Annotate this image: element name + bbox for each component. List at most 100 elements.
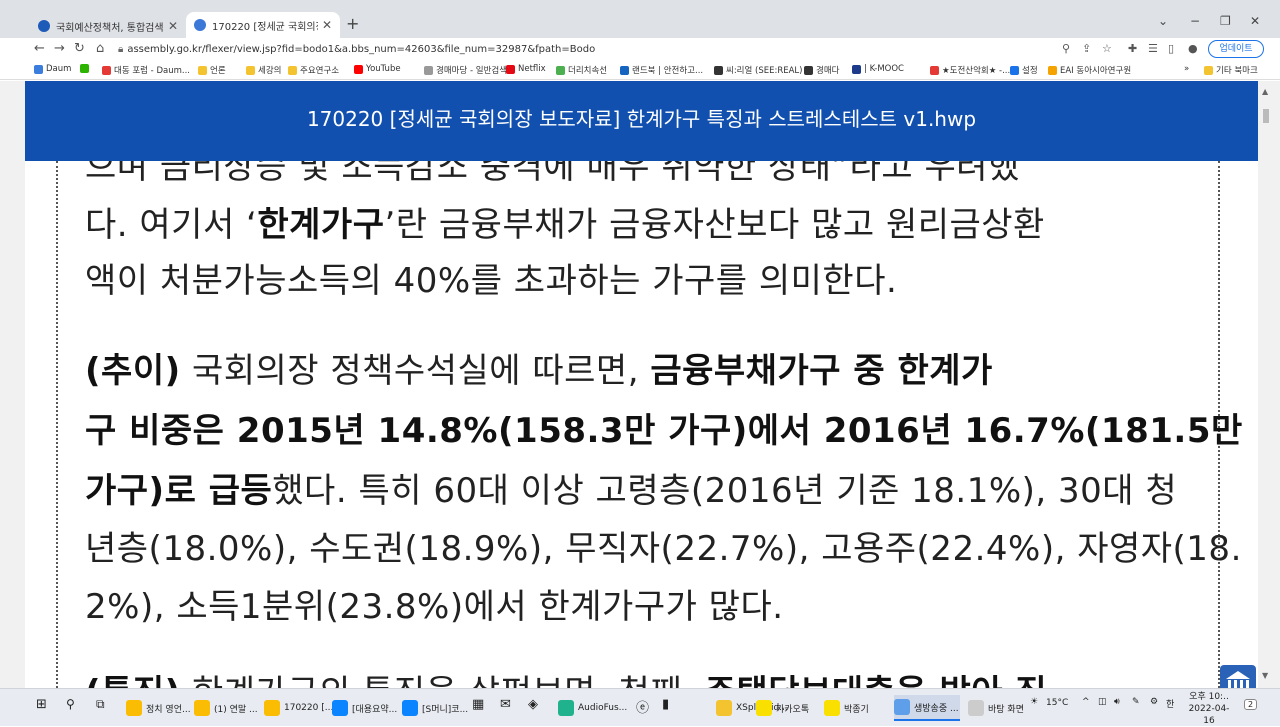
bookmark-item[interactable]: 경매마당 - 일반검색 bbox=[424, 64, 507, 76]
text-segment: 국회의장 정책수석실에 따르면, bbox=[180, 351, 651, 391]
extensions-icon[interactable]: ✚ bbox=[1128, 42, 1137, 55]
close-icon[interactable]: ✕ bbox=[168, 19, 178, 33]
taskbar-app[interactable]: 박종기 bbox=[824, 695, 888, 721]
taskbar-app[interactable]: [대용요약... bbox=[332, 695, 400, 721]
home-icon[interactable]: ⌂ bbox=[96, 41, 104, 56]
tab-title: 국회예산정책처, 통합검색 > 검 bbox=[56, 22, 164, 34]
taskbar-app-label: 생방송중 ... bbox=[914, 703, 959, 714]
store-icon[interactable]: ▦ bbox=[472, 697, 484, 712]
bookmark-icon bbox=[620, 65, 629, 75]
bookmark-item[interactable]: 언론 bbox=[198, 64, 226, 76]
bookmark-item[interactable]: 랜드북 | 안전하고... bbox=[620, 64, 703, 76]
taskbar-app[interactable]: 170220 [... bbox=[264, 695, 333, 721]
reading-list-icon[interactable]: ☰ bbox=[1148, 42, 1158, 55]
scroll-up-icon[interactable]: ▲ bbox=[1262, 87, 1268, 96]
bookmark-item[interactable]: 설정 bbox=[1010, 64, 1038, 76]
tab-search-dropdown-icon[interactable]: ⌄ bbox=[1158, 14, 1168, 28]
profile-avatar-icon[interactable]: ● bbox=[1188, 42, 1198, 55]
search-icon[interactable]: ⚲ bbox=[66, 697, 75, 711]
weather-temp[interactable]: 15°C bbox=[1046, 698, 1068, 708]
close-icon[interactable]: ✕ bbox=[322, 18, 332, 32]
bookmark-item[interactable]: 더리치속선 bbox=[556, 64, 607, 76]
bookmark-item[interactable]: 씨:리얼 (SEE:REAL) bbox=[714, 64, 803, 76]
document-line: 다. 여기서 ‘한계가구’란 금융부채가 금융자산보다 많고 원리금상환 bbox=[85, 197, 1045, 246]
tab-document[interactable]: 170220 [정세균 국회의장 보도자 ✕ bbox=[186, 12, 340, 38]
bookmarks-overflow-icon[interactable]: » bbox=[1184, 64, 1189, 74]
bookmark-item[interactable]: Daum bbox=[34, 64, 71, 74]
close-window-icon[interactable]: ✕ bbox=[1250, 14, 1260, 28]
taskbar-app-label: 카카오톡 bbox=[776, 704, 810, 715]
bookmark-item[interactable]: 주요연구소 bbox=[288, 64, 339, 76]
app-icon bbox=[194, 700, 210, 716]
scroll-down-icon[interactable]: ▼ bbox=[1262, 671, 1268, 680]
share-icon[interactable]: ⇪ bbox=[1082, 42, 1091, 55]
bookmark-item[interactable]: | K-MOOC bbox=[852, 64, 904, 74]
zoom-icon[interactable]: ⚲ bbox=[1062, 42, 1070, 55]
browser-toolbar: ← → ↻ ⌂ 🔒︎ assembly.go.kr/flexer/view.jsp… bbox=[0, 38, 1280, 62]
taskbar-app[interactable]: 정치 영언... bbox=[126, 695, 192, 721]
bold-text: 구 비중은 2015년 14.8%(158.3만 가구)에서 2016년 16.… bbox=[85, 411, 1243, 451]
bold-text: 한계가구 bbox=[257, 205, 385, 245]
app-icon bbox=[332, 700, 348, 716]
tray-overflow-icon[interactable]: ^ bbox=[1082, 697, 1090, 707]
browser-window: 국회예산정책처, 통합검색 > 검 ✕ 170220 [정세균 국회의장 보도자… bbox=[0, 0, 1280, 726]
minimize-icon[interactable]: − bbox=[1190, 14, 1200, 28]
bookmark-label: 더리치속선 bbox=[568, 66, 608, 76]
bookmark-label: YouTube bbox=[366, 64, 401, 74]
app-icon bbox=[716, 700, 732, 716]
bookmark-item[interactable]: 세강의 bbox=[246, 64, 281, 76]
office-icon[interactable]: ▮ bbox=[662, 697, 669, 712]
bookmark-label: 언론 bbox=[210, 66, 226, 76]
new-tab-button[interactable]: + bbox=[346, 14, 359, 33]
app-icon bbox=[264, 700, 280, 716]
task-view-icon[interactable]: ⧉ bbox=[96, 697, 105, 712]
scrollbar[interactable] bbox=[1258, 81, 1280, 688]
bookmark-item[interactable]: 경매다 bbox=[804, 64, 839, 76]
bookmark-item[interactable]: ★도전산악회★ -... bbox=[930, 64, 1010, 76]
tab-search[interactable]: 국회예산정책처, 통합검색 > 검 ✕ bbox=[30, 14, 186, 38]
pen-icon[interactable]: ✎ bbox=[1132, 697, 1140, 707]
side-panel-icon[interactable]: ▯ bbox=[1168, 42, 1174, 55]
taskbar-app[interactable]: 카카오톡 bbox=[756, 695, 820, 721]
notification-count[interactable]: 2 bbox=[1244, 699, 1258, 710]
weather-icon[interactable]: ☀ bbox=[1030, 697, 1038, 707]
bookmark-item[interactable]: Netflix bbox=[506, 64, 546, 74]
edge-legacy-icon[interactable]: ⓔ bbox=[636, 697, 649, 716]
bookmark-item[interactable]: EAI 동아시아연구원 bbox=[1048, 64, 1131, 76]
bookmark-icon bbox=[1048, 65, 1057, 75]
assembly-home-icon[interactable] bbox=[1220, 665, 1256, 688]
taskbar-app[interactable]: (1) 연말 ... bbox=[194, 695, 262, 721]
bookmark-label: 경매마당 - 일반검색 bbox=[436, 66, 508, 76]
document-line: 년층(18.0%), 수도권(18.9%), 무직자(22.7%), 고용주(2… bbox=[85, 521, 1242, 570]
bookmark-item[interactable] bbox=[80, 64, 92, 73]
app-icon bbox=[402, 700, 418, 716]
taskbar-app[interactable]: 생방송중 ... bbox=[894, 695, 960, 721]
bookmark-star-icon[interactable]: ☆ bbox=[1102, 42, 1112, 55]
text-segment: 했다. 특히 60대 이상 고령층(2016년 기준 18.1%), 30대 청 bbox=[272, 471, 1178, 511]
scrollbar-thumb[interactable] bbox=[1263, 109, 1269, 123]
document-page: 으며 금리상승 및 소득감소 충격에 매우 취약한 상태”라고 우려했 다. 여기… bbox=[25, 81, 1258, 688]
forward-icon[interactable]: → bbox=[54, 41, 65, 56]
maximize-icon[interactable]: ❐ bbox=[1220, 14, 1231, 28]
bookmark-item[interactable]: 대동 포럼 - Daum... bbox=[102, 64, 190, 76]
page-border-left bbox=[56, 161, 58, 688]
settings-tray-icon[interactable]: ⚙ bbox=[1150, 697, 1158, 707]
ime-icon[interactable]: 한 bbox=[1166, 697, 1174, 710]
reload-icon[interactable]: ↻ bbox=[74, 41, 85, 56]
bookmark-item[interactable]: YouTube bbox=[354, 64, 401, 74]
bookmark-item[interactable]: 기타 북마크 bbox=[1204, 64, 1258, 76]
network-icon[interactable]: ◫ bbox=[1098, 697, 1107, 707]
update-button[interactable]: 업데이트 bbox=[1208, 40, 1264, 58]
taskbar-app-label: (1) 연말 ... bbox=[214, 704, 258, 715]
mail-icon[interactable]: ✉ bbox=[500, 697, 511, 712]
system-clock[interactable]: 오후 10:.. 2022-04-16 bbox=[1184, 691, 1234, 727]
address-bar[interactable]: 🔒︎ assembly.go.kr/flexer/view.jsp?fid=bod… bbox=[118, 41, 1118, 59]
back-icon[interactable]: ← bbox=[34, 41, 45, 56]
document-line: 2%), 소득1분위(23.8%)에서 한계가구가 많다. bbox=[85, 579, 784, 628]
taskbar-app[interactable]: AudioFus... bbox=[558, 695, 627, 721]
app-pinned-icon[interactable]: ◈ bbox=[528, 697, 538, 712]
windows-start-icon[interactable]: ⊞ bbox=[36, 697, 47, 712]
taskbar-app[interactable]: 바탕 화면 bbox=[968, 695, 1024, 721]
volume-icon[interactable]: 🔊︎ bbox=[1114, 697, 1120, 707]
taskbar-app[interactable]: [S머니]코... bbox=[402, 695, 472, 721]
